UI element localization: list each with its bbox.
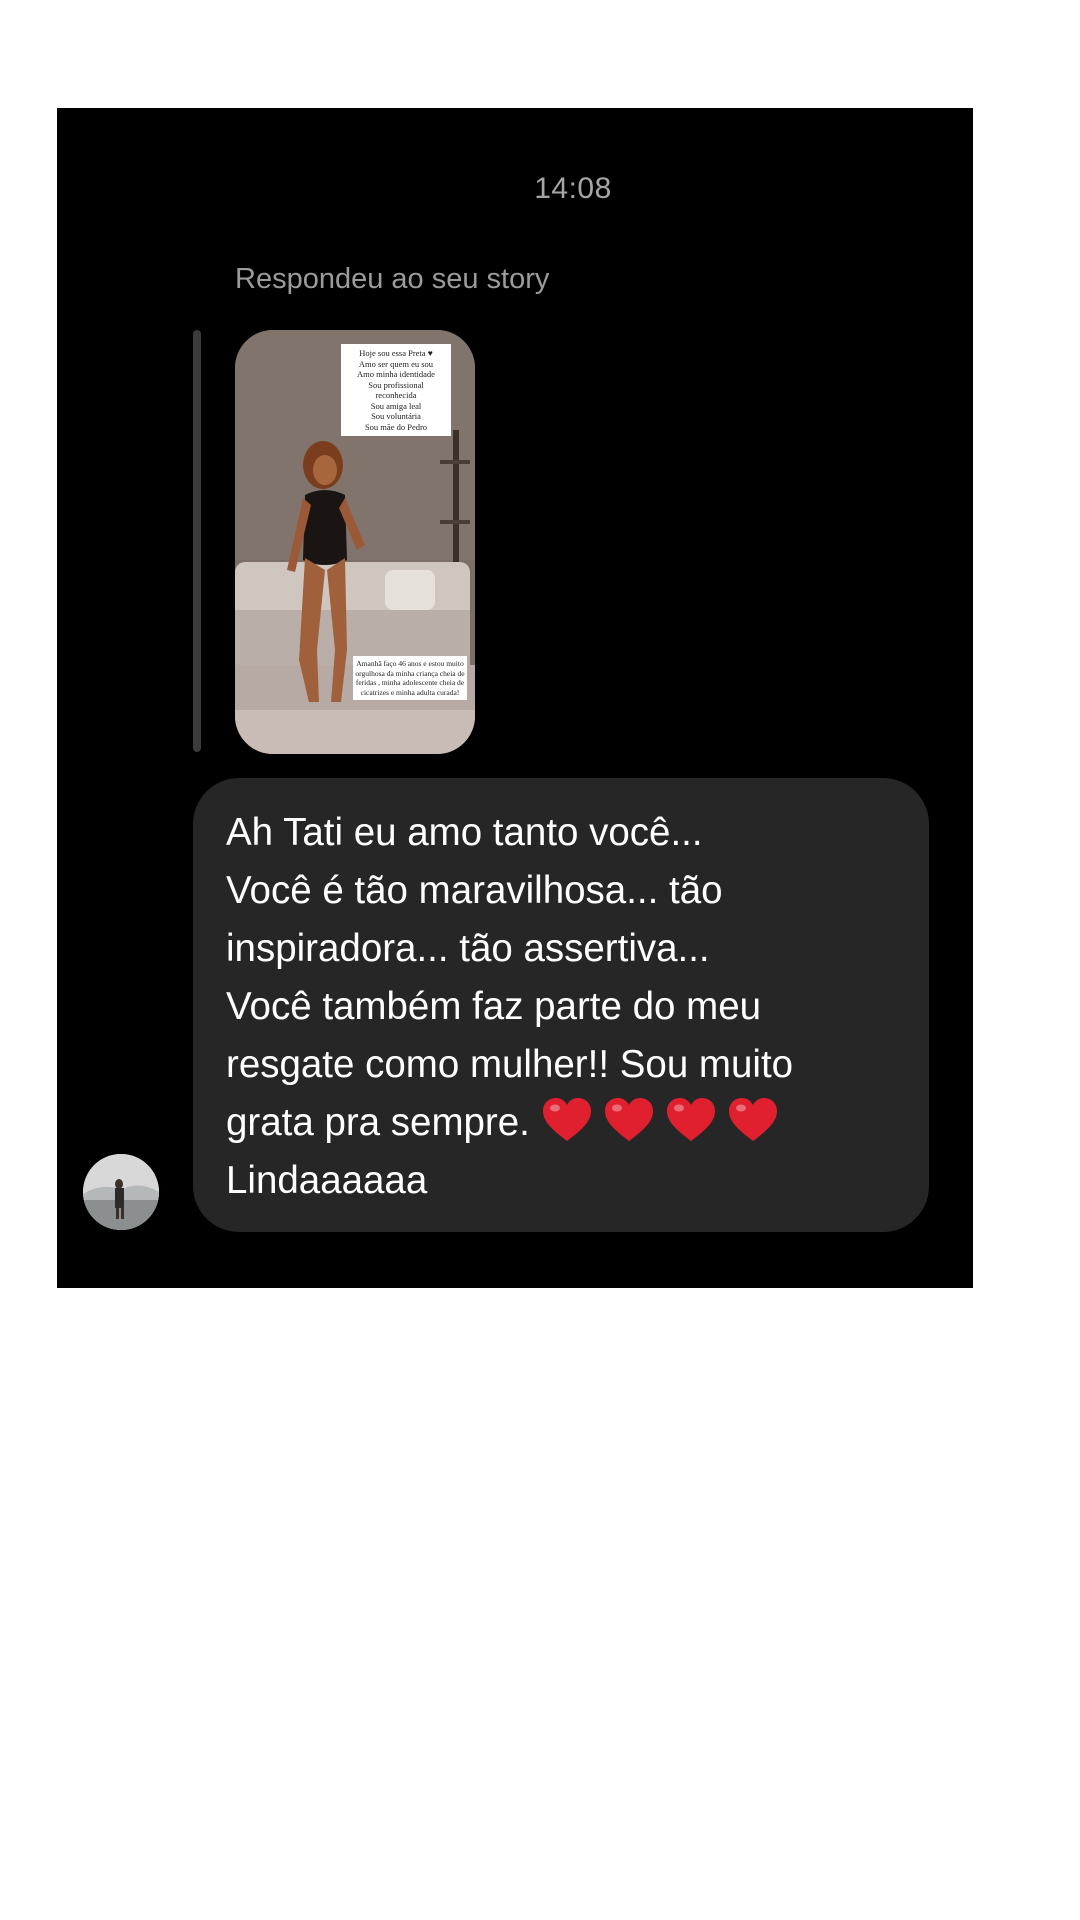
message-line: Você também faz parte do meu (226, 985, 762, 1028)
message-line: Lindaaaaaa (226, 1159, 428, 1202)
avatar-photo (83, 1154, 159, 1230)
heart-emoji-icon (728, 1098, 777, 1141)
story-caption-bottom: Amanhã faço 46 anos e estou muito orgulh… (353, 656, 467, 700)
message-line: inspiradora... tão assertiva... (226, 927, 710, 970)
story-thumbnail[interactable]: Hoje sou essa Preta ♥ Amo ser quem eu so… (235, 330, 475, 754)
sender-avatar[interactable] (83, 1154, 159, 1230)
message-line: resgate como mulher!! Sou muito (226, 1043, 794, 1086)
reply-indicator-bar (193, 330, 201, 752)
chat-screen: 14:08 Respondeu ao seu story Hoje sou es… (57, 108, 973, 1288)
heart-emoji-icon (604, 1098, 653, 1141)
message-line: Você é tão maravilhosa... tão (226, 869, 723, 912)
message-line: Ah Tati eu amo tanto você... (226, 811, 703, 854)
heart-emoji-icon (542, 1098, 591, 1141)
heart-emoji-group (541, 1098, 789, 1144)
message-bubble[interactable]: Ah Tati eu amo tanto você... Você é tão … (193, 778, 929, 1232)
message-timestamp: 14:08 (534, 172, 612, 205)
heart-emoji-icon (666, 1098, 715, 1141)
story-caption-top: Hoje sou essa Preta ♥ Amo ser quem eu so… (341, 344, 451, 436)
story-reply-caption: Respondeu ao seu story (235, 263, 550, 295)
message-line-text: grata pra sempre. (226, 1101, 530, 1144)
message-line-with-hearts: grata pra sempre. (226, 1094, 909, 1152)
